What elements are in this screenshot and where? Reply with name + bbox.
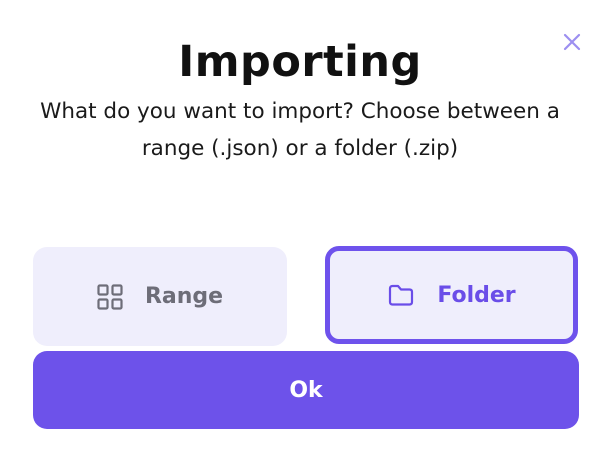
folder-icon: [387, 283, 415, 307]
ok-button-label: Ok: [289, 377, 323, 403]
import-dialog: Importing What do you want to import? Ch…: [0, 0, 600, 453]
dialog-description: What do you want to import? Choose betwe…: [40, 99, 560, 161]
range-option-button[interactable]: Range: [33, 247, 287, 346]
folder-option-button[interactable]: Folder: [325, 246, 578, 344]
grid-icon: [97, 283, 123, 310]
ok-button[interactable]: Ok: [33, 351, 579, 429]
folder-option-label: Folder: [437, 282, 516, 308]
dialog-title: Importing: [178, 37, 422, 87]
range-option-label: Range: [144, 284, 224, 309]
